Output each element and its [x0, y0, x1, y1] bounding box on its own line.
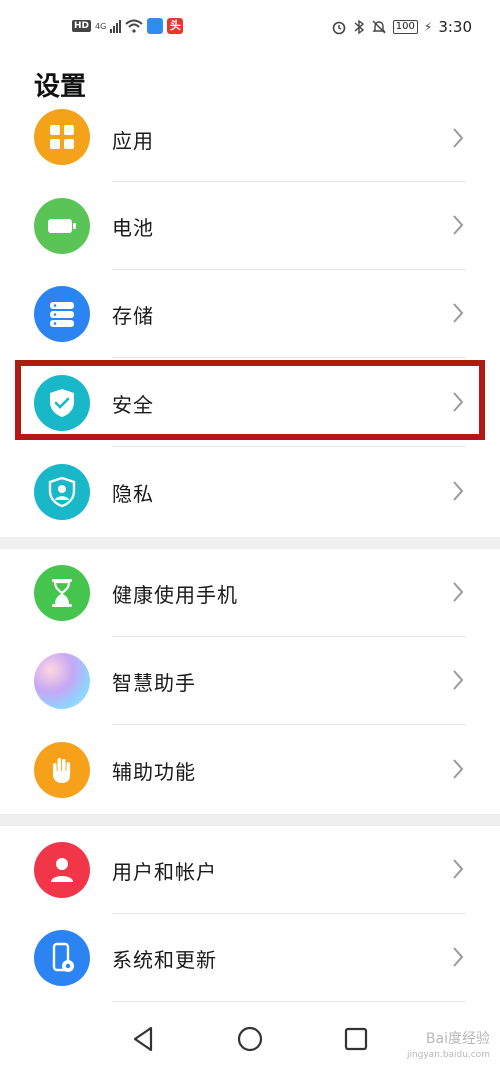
divider	[112, 446, 466, 447]
alarm-icon	[332, 21, 346, 35]
status-bar-right: 100 ⚡ 3:30	[331, 18, 472, 36]
user-icon	[34, 842, 90, 898]
settings-item-privacy[interactable]: 隐私	[0, 448, 500, 536]
settings-item-storage[interactable]: 存储	[0, 270, 500, 358]
chevron-right-icon	[453, 759, 464, 779]
privacy-icon	[34, 464, 90, 520]
section-separator	[0, 814, 500, 826]
chevron-right-icon	[453, 303, 464, 323]
settings-item-apps[interactable]: 应用	[0, 95, 500, 182]
charging-icon: ⚡	[423, 20, 433, 34]
watermark-url: jingyan.baidu.com	[406, 1050, 490, 1060]
system-update-icon	[34, 930, 90, 986]
settings-item-accessibility[interactable]: 辅助功能	[0, 726, 500, 814]
settings-item-label: 健康使用手机	[112, 583, 238, 607]
chevron-right-icon	[453, 481, 464, 501]
recents-icon[interactable]	[340, 1023, 372, 1055]
chevron-right-icon	[453, 128, 464, 148]
battery-icon	[34, 198, 90, 254]
highlight-box	[15, 360, 485, 440]
bluetooth-icon	[354, 19, 364, 35]
status-bar-left: HD 4G 头	[72, 18, 184, 34]
settings-item-digital-balance[interactable]: 健康使用手机	[0, 549, 500, 637]
chevron-right-icon	[453, 582, 464, 602]
news-app-icon: 头	[167, 18, 184, 34]
watermark: Bai度经验 jingyan.baidu.com	[407, 1031, 490, 1063]
storage-icon	[34, 286, 90, 342]
chevron-right-icon	[453, 947, 464, 967]
divider	[112, 724, 466, 725]
battery-indicator: 100	[392, 20, 418, 34]
settings-item-label: 辅助功能	[112, 760, 196, 784]
chevron-right-icon	[453, 859, 464, 879]
settings-item-label: 存储	[112, 304, 154, 328]
watermark-text: Bai度经验	[425, 1031, 490, 1047]
status-bar: HD 4G 头 100 ⚡ 3:30	[0, 0, 500, 58]
chevron-right-icon	[453, 215, 464, 235]
settings-item-label: 电池	[112, 216, 154, 240]
network-type: 4G	[95, 21, 107, 31]
settings-item-assistant[interactable]: 智慧助手	[0, 637, 500, 725]
settings-item-label: 应用	[112, 129, 154, 153]
chevron-right-icon	[453, 670, 464, 690]
settings-item-system-update[interactable]: 系统和更新	[0, 914, 500, 1002]
hd-badge: HD	[72, 20, 92, 32]
apps-icon	[34, 109, 90, 165]
settings-item-label: 系统和更新	[112, 948, 217, 972]
divider	[112, 357, 466, 358]
section-separator	[0, 537, 500, 549]
hand-icon	[34, 742, 90, 798]
signal-icon	[110, 19, 122, 33]
settings-item-users-accounts[interactable]: 用户和帐户	[0, 826, 500, 914]
app-notification-icon	[147, 18, 164, 34]
mute-bell-icon	[372, 20, 386, 34]
back-icon[interactable]	[127, 1023, 159, 1055]
assistant-icon	[34, 653, 90, 709]
settings-item-label: 隐私	[112, 482, 154, 506]
status-time: 3:30	[438, 18, 472, 36]
settings-item-battery[interactable]: 电池	[0, 182, 500, 270]
divider	[112, 1001, 466, 1002]
wifi-icon	[125, 19, 143, 33]
home-icon[interactable]	[234, 1023, 266, 1055]
settings-item-label: 用户和帐户	[112, 860, 217, 884]
hourglass-icon	[34, 565, 90, 621]
settings-item-label: 智慧助手	[112, 671, 196, 695]
